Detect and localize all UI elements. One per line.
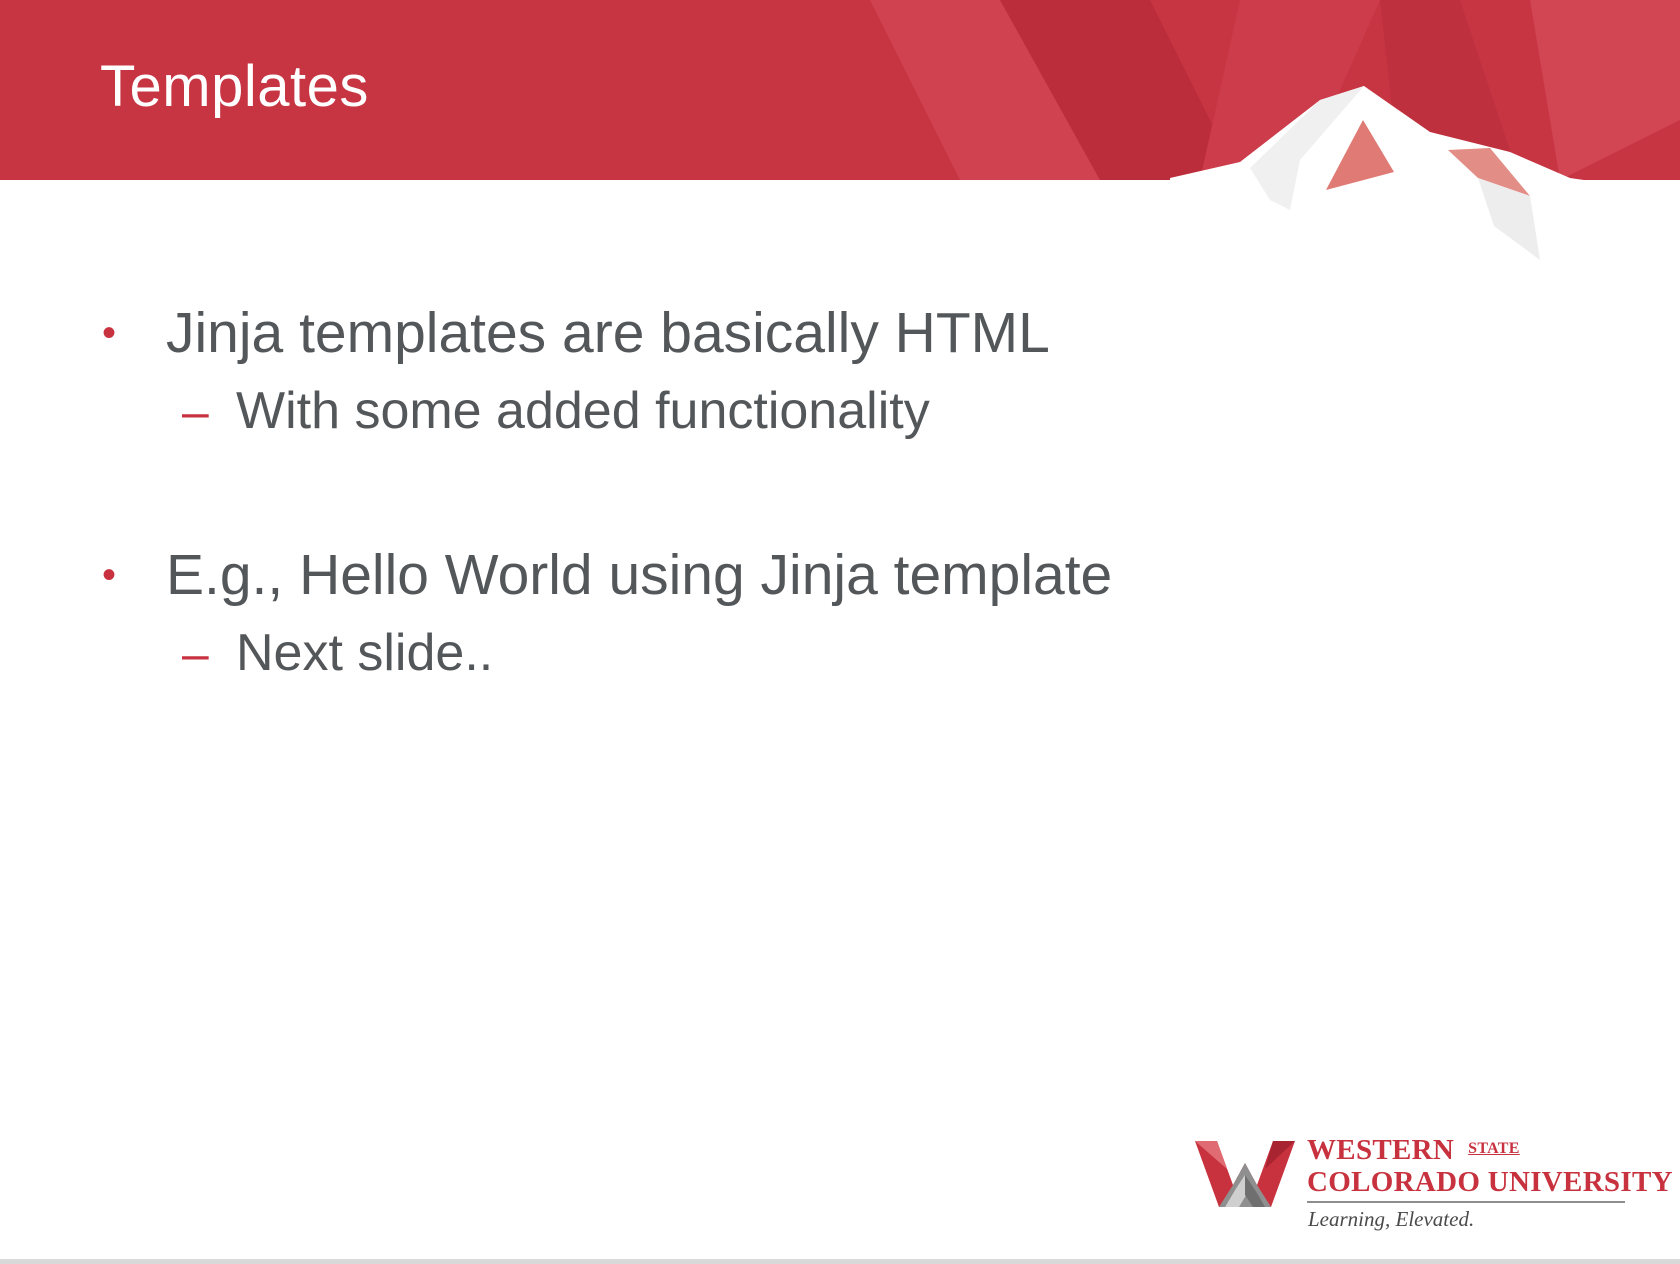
sub-bullet-text: Next slide.. <box>236 624 494 682</box>
logo-wordmark-line1: WESTERN STATE <box>1307 1134 1520 1167</box>
university-logo: WESTERN STATE COLORADO UNIVERSITY Learnin… <box>1195 1130 1673 1240</box>
bullet-dot-icon: • <box>102 311 117 355</box>
w-mountain-logo-icon <box>1195 1141 1295 1207</box>
logo-tagline: Learning, Elevated. <box>1308 1207 1475 1231</box>
dash-icon: – <box>182 628 209 681</box>
logo-state: STATE <box>1468 1140 1520 1157</box>
header-banner <box>0 0 1680 260</box>
bullet-group: • E.g., Hello World using Jinja template… <box>100 547 1500 707</box>
bullet-group: • Jinja templates are basically HTML – W… <box>100 305 1500 465</box>
slide-bottom-edge <box>0 1259 1680 1264</box>
logo-wordmark-line2: COLORADO UNIVERSITY <box>1307 1166 1673 1198</box>
bullet-item: • E.g., Hello World using Jinja template <box>100 547 1500 617</box>
bullet-dot-icon: • <box>102 553 117 597</box>
logo-divider <box>1307 1201 1625 1203</box>
logo-western: WESTERN <box>1307 1134 1455 1166</box>
bullet-item: • Jinja templates are basically HTML <box>100 305 1500 375</box>
bullet-list: • Jinja templates are basically HTML – W… <box>100 305 1500 789</box>
bullet-text: Jinja templates are basically HTML <box>166 301 1050 365</box>
sub-bullet-item: – With some added functionality <box>100 385 1500 465</box>
dash-icon: – <box>182 386 209 439</box>
sub-bullet-item: – Next slide.. <box>100 627 1500 707</box>
slide-title: Templates <box>100 54 369 119</box>
sub-bullet-text: With some added functionality <box>236 382 930 440</box>
slide: Templates • Jinja templates are basicall… <box>0 0 1680 1264</box>
bullet-text: E.g., Hello World using Jinja template <box>166 543 1113 607</box>
